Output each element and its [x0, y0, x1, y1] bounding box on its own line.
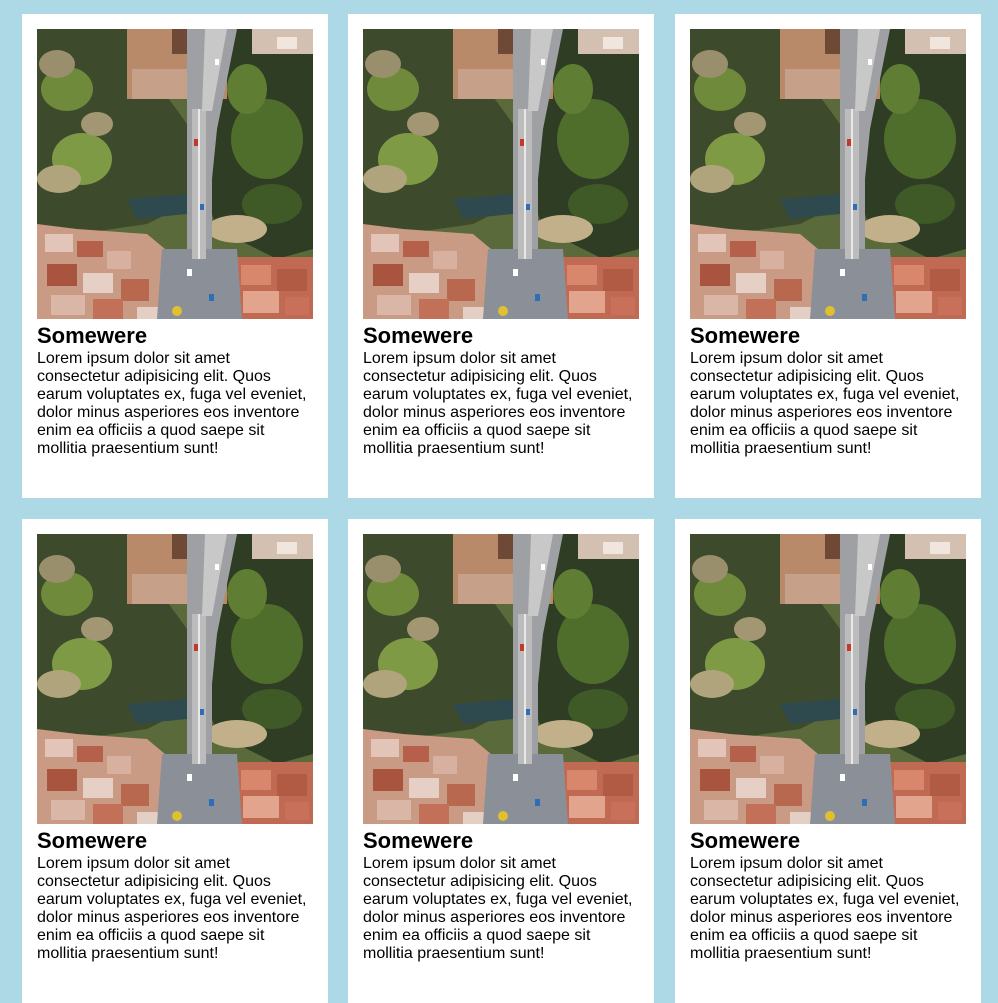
card-image	[363, 29, 639, 319]
aerial-bridge-photo	[690, 29, 966, 319]
card-text: Lorem ipsum dolor sit amet consectetur a…	[363, 350, 633, 457]
aerial-bridge-photo	[37, 29, 313, 319]
card-image	[37, 534, 313, 824]
card-image	[690, 29, 966, 319]
card-title: Somewere	[37, 828, 148, 853]
card-title: Somewere	[363, 323, 474, 348]
card-grid: Somewere Lorem ipsum dolor sit amet cons…	[0, 0, 998, 1003]
card: Somewere Lorem ipsum dolor sit amet cons…	[675, 14, 981, 498]
card-text: Lorem ipsum dolor sit amet consectetur a…	[363, 855, 633, 962]
card-text: Lorem ipsum dolor sit amet consectetur a…	[37, 855, 307, 962]
card-title: Somewere	[690, 828, 801, 853]
card-image	[363, 534, 639, 824]
aerial-bridge-photo	[363, 29, 639, 319]
card: Somewere Lorem ipsum dolor sit amet cons…	[22, 519, 328, 1003]
aerial-bridge-photo	[690, 534, 966, 824]
card-text: Lorem ipsum dolor sit amet consectetur a…	[37, 350, 307, 457]
aerial-bridge-photo	[37, 534, 313, 824]
card: Somewere Lorem ipsum dolor sit amet cons…	[22, 14, 328, 498]
card-title: Somewere	[363, 828, 474, 853]
card: Somewere Lorem ipsum dolor sit amet cons…	[348, 519, 654, 1003]
card-title: Somewere	[37, 323, 148, 348]
card-image	[37, 29, 313, 319]
card-text: Lorem ipsum dolor sit amet consectetur a…	[690, 855, 960, 962]
card-title: Somewere	[690, 323, 801, 348]
card: Somewere Lorem ipsum dolor sit amet cons…	[675, 519, 981, 1003]
card: Somewere Lorem ipsum dolor sit amet cons…	[348, 14, 654, 498]
card-image	[690, 534, 966, 824]
card-text: Lorem ipsum dolor sit amet consectetur a…	[690, 350, 960, 457]
aerial-bridge-photo	[363, 534, 639, 824]
